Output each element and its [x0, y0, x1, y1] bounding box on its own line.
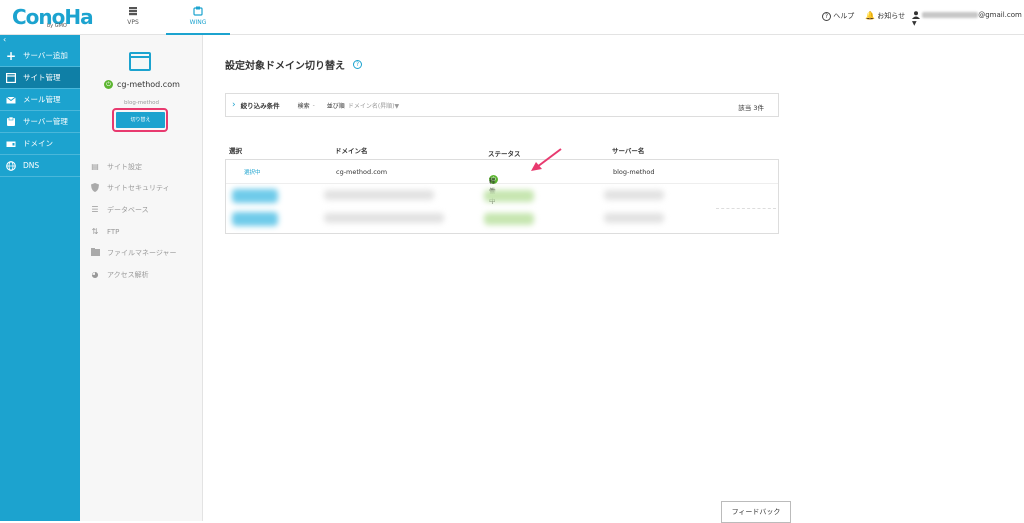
column-header-select: 選択 [229, 147, 242, 155]
mail-icon [6, 95, 16, 105]
plus-icon: + [6, 48, 17, 63]
blurred-select-cell [232, 189, 278, 203]
tab-wing-label: WING [189, 19, 207, 26]
help-link[interactable]: ? ヘルプ [822, 11, 854, 21]
sidebar-item-add-server[interactable]: + サーバー追加 [0, 45, 80, 67]
ftp-icon: ⇅ [91, 227, 99, 237]
sidebar-item-label: メール管理 [23, 95, 61, 104]
blurred-status-cell [484, 190, 534, 202]
filter-sort-value: ドメイン名(昇順)▼ [347, 102, 400, 110]
sidebar-item-site-management[interactable]: サイト管理 [0, 67, 80, 89]
bell-icon: 🔔 [865, 11, 875, 20]
site-subpanel: ⏻ cg-method.com blog-method 切り替え ▤ サイト設定… [80, 35, 203, 521]
annotation-arrow [531, 148, 562, 171]
submenu-label: サイトセキュリティ [107, 184, 170, 193]
sidebar-item-label: サイト管理 [23, 73, 61, 82]
notice-link[interactable]: 🔔 お知らせ [865, 11, 905, 21]
logo-subtext: by GMO [47, 23, 67, 29]
filter-result-count: 該当 3件 [738, 104, 764, 112]
status-ok-icon: ⏻ [104, 80, 113, 89]
sidebar-item-mail[interactable]: メール管理 [0, 89, 80, 111]
site-icon [5, 72, 17, 83]
column-header-status: ステータス [488, 150, 521, 158]
chevron-right-icon: › [232, 100, 236, 110]
blurred-domain-cell [324, 213, 444, 223]
current-domain-label: cg-method.com [117, 80, 180, 89]
tab-vps-label: VPS [127, 19, 139, 26]
blurred-status-cell [484, 213, 534, 225]
account-suffix: @gmail.com [978, 11, 1022, 19]
server-icon [6, 116, 16, 127]
domain-icon [6, 139, 16, 149]
filter-sort-label: 並び順 [326, 102, 345, 110]
sidebar-item-domain[interactable]: ドメイン [0, 133, 80, 155]
collapse-sidebar-icon[interactable]: ‹ [0, 35, 80, 45]
submenu-label: ファイルマネージャー [107, 249, 177, 258]
table-header: 選択 ドメイン名 ステータス サーバー名 [225, 143, 779, 159]
shield-icon [90, 182, 100, 194]
site-window-icon [129, 52, 151, 71]
submenu-label: サイト設定 [107, 162, 142, 171]
sidebar-item-label: サーバー管理 [23, 117, 68, 126]
site-submenu: ▤ サイト設定 サイトセキュリティ ☰ データベース ⇅ FTP ファイルマネー… [90, 156, 177, 286]
page-title-text: 設定対象ドメイン切り替え [225, 61, 345, 72]
filter-search-label: 検索 [297, 102, 310, 110]
submenu-label: アクセス解析 [107, 270, 149, 279]
user-icon [912, 11, 920, 19]
help-icon: ? [822, 11, 831, 21]
account-email-blurred [922, 12, 979, 18]
wing-icon [193, 6, 203, 16]
sidebar-item-dns[interactable]: DNS [0, 155, 80, 177]
submenu-site-settings[interactable]: ▤ サイト設定 [90, 156, 177, 178]
help-label: ヘルプ [833, 12, 855, 20]
sidebar-item-label: DNS [23, 161, 40, 170]
site-settings-icon: ▤ [91, 162, 99, 172]
main-content: 設定対象ドメイン切り替え ? › 絞り込み条件 検索 - 並び順 ドメイン名(昇… [203, 35, 1024, 523]
folder-icon [90, 248, 100, 258]
database-icon: ☰ [91, 205, 99, 215]
row-select-status[interactable]: 選択中 [244, 168, 261, 176]
tab-vps[interactable]: VPS [101, 0, 165, 35]
row-server: blog-method [613, 168, 655, 176]
submenu-ftp[interactable]: ⇅ FTP [90, 221, 177, 243]
sidebar: ‹ + サーバー追加 サイト管理 メール管理 サーバー管理 ドメイン DNS [0, 35, 80, 521]
submenu-database[interactable]: ☰ データベース [90, 199, 177, 221]
row-domain: cg-method.com [336, 168, 388, 176]
blurred-select-cell [232, 212, 278, 226]
blurred-server-cell [604, 190, 664, 200]
server-icon [129, 7, 137, 16]
top-bar: ConoHa by GMO VPS WING ? ヘルプ 🔔 お知らせ @gma… [0, 0, 1024, 35]
submenu-label: FTP [107, 227, 120, 236]
submenu-file-manager[interactable]: ファイルマネージャー [90, 242, 177, 264]
row-divider [716, 208, 776, 209]
pie-chart-icon: ◕ [91, 270, 99, 280]
submenu-access-analytics[interactable]: ◕ アクセス解析 [90, 264, 177, 286]
account-menu[interactable]: @gmail.com ▼ [912, 11, 1024, 27]
chevron-down-icon: ▼ [912, 20, 917, 27]
feedback-button[interactable]: フィードバック [721, 501, 791, 523]
column-header-domain: ドメイン名 [335, 147, 368, 155]
submenu-label: データベース [107, 205, 149, 214]
blurred-domain-cell [324, 190, 434, 200]
page-title: 設定対象ドメイン切り替え ? [225, 57, 362, 72]
help-icon[interactable]: ? [353, 60, 362, 69]
notice-label: お知らせ [877, 12, 906, 20]
tab-wing[interactable]: WING [166, 0, 230, 35]
switch-domain-button[interactable]: 切り替え [116, 112, 165, 128]
submenu-site-security[interactable]: サイトセキュリティ [90, 178, 177, 200]
globe-icon [6, 160, 16, 171]
table-row[interactable]: 選択中 cg-method.com ⏻稼働中 blog-method [226, 160, 778, 205]
domain-table: 選択中 cg-method.com ⏻稼働中 blog-method [225, 159, 779, 234]
sidebar-item-label: ドメイン [23, 139, 53, 148]
sidebar-item-server[interactable]: サーバー管理 [0, 111, 80, 133]
filter-title: 絞り込み条件 [240, 102, 280, 110]
current-domain: ⏻ cg-method.com [104, 80, 180, 89]
filter-bar[interactable]: › 絞り込み条件 検索 - 並び順 ドメイン名(昇順)▼ 該当 3件 [225, 93, 779, 117]
sidebar-item-label: サーバー追加 [23, 51, 68, 60]
column-header-server: サーバー名 [612, 147, 645, 155]
filter-search-value: - [312, 101, 315, 109]
blurred-server-cell [604, 213, 664, 223]
current-server-name: blog-method [123, 100, 160, 106]
